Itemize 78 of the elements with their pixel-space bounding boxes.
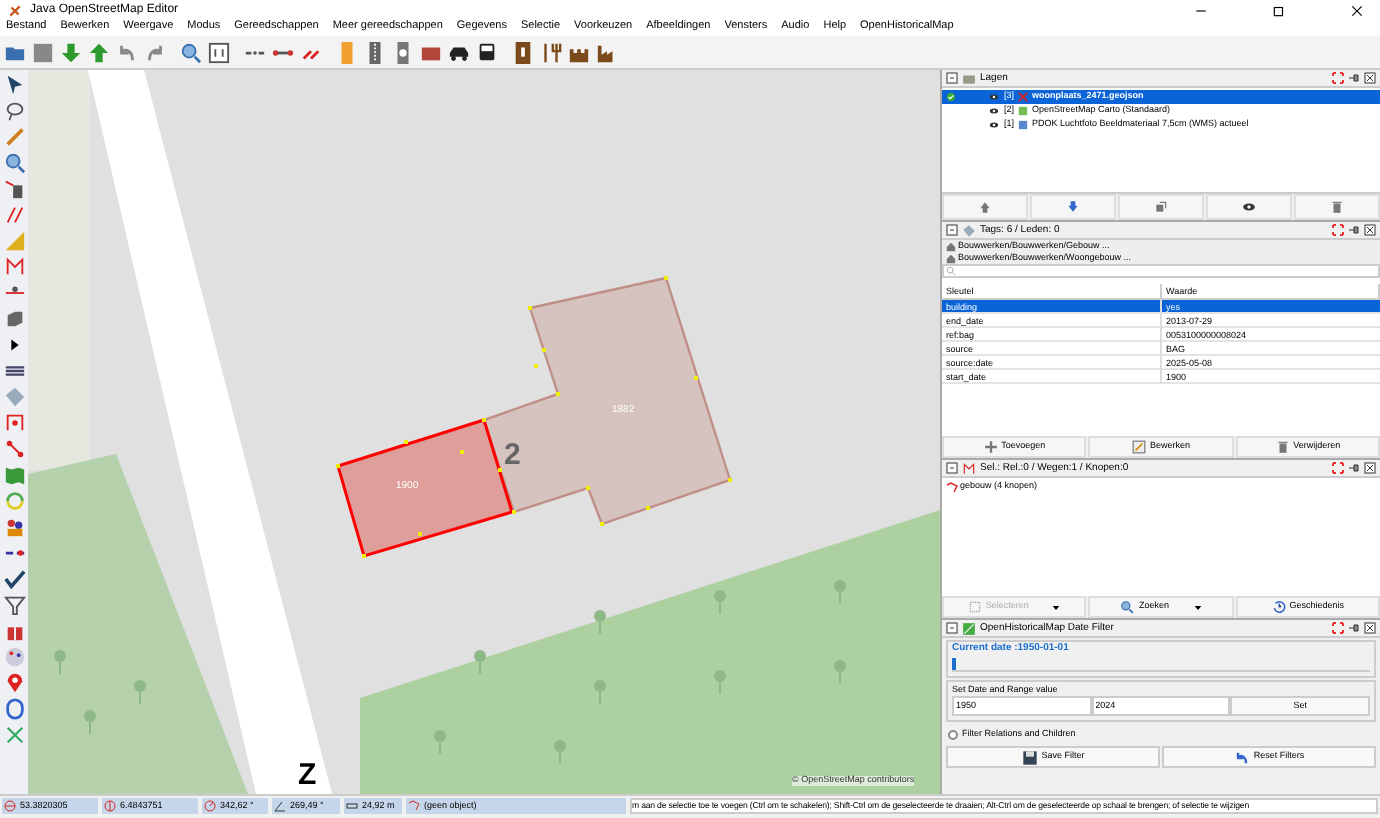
layers-icon [962, 71, 976, 85]
compass-icon [204, 800, 216, 812]
filter-icon[interactable] [3, 594, 25, 616]
detach-icon[interactable] [1332, 622, 1344, 634]
caret-icon [1193, 603, 1201, 611]
caret-icon [1052, 603, 1061, 611]
date-slider[interactable] [952, 656, 1370, 672]
detach-icon[interactable] [1332, 224, 1344, 236]
parallel-way-icon[interactable] [3, 204, 25, 226]
collapse-icon[interactable] [946, 72, 958, 84]
undo-arrow-icon [1233, 749, 1250, 765]
search-icon [946, 266, 956, 276]
paint-palette-icon[interactable] [3, 646, 25, 668]
eye-icon[interactable] [988, 120, 1000, 130]
pencil-icon[interactable] [3, 126, 25, 148]
eye-icon[interactable] [988, 92, 1000, 102]
move-down-icon [1066, 200, 1080, 214]
trash-icon [1330, 200, 1344, 214]
move-up-icon [978, 200, 992, 214]
search-icon [1120, 600, 1135, 614]
detach-icon[interactable] [1332, 462, 1344, 474]
collapse-icon[interactable] [946, 622, 958, 634]
longitude-icon [104, 800, 116, 812]
zoom-icon[interactable] [3, 152, 25, 174]
upload-arrow-icon[interactable] [88, 41, 110, 63]
close-icon[interactable] [1364, 72, 1376, 84]
pin-icon[interactable] [1348, 622, 1360, 634]
eye-icon [1242, 200, 1256, 214]
pencil-icon [1131, 440, 1146, 454]
close-icon[interactable] [1364, 622, 1376, 634]
download-arrow-icon[interactable] [60, 41, 82, 63]
trash-icon [1275, 440, 1290, 454]
angle-icon [274, 800, 286, 812]
door-icon[interactable] [512, 41, 534, 63]
checkmark-icon[interactable] [3, 568, 25, 590]
tile-layer-icon [1018, 106, 1029, 116]
pin-icon[interactable] [1348, 462, 1360, 474]
detach-icon[interactable] [1332, 72, 1344, 84]
ruler-icon [346, 800, 358, 812]
map-icon[interactable] [3, 464, 25, 486]
redo-icon[interactable] [144, 41, 166, 63]
search-field[interactable] [942, 264, 1380, 278]
collapse-icon[interactable] [946, 462, 958, 474]
checkbox[interactable] [948, 729, 958, 739]
select-icon [967, 600, 982, 614]
app-logo-icon [8, 3, 22, 17]
layers-stack-icon[interactable] [3, 360, 25, 382]
wms-layer-icon [1018, 120, 1029, 130]
restore-icon[interactable] [1272, 3, 1286, 17]
map-pin-icon[interactable] [3, 672, 25, 694]
house-number: 2 [504, 440, 521, 470]
lasso-icon[interactable] [3, 100, 25, 122]
close-icon[interactable] [1364, 462, 1376, 474]
street-label: Z [298, 760, 317, 790]
network-nodes-icon[interactable] [3, 438, 25, 460]
object-icon [408, 800, 420, 812]
layer-toolbar-button[interactable] [1118, 194, 1204, 220]
road-icon[interactable] [364, 41, 386, 63]
layer-toolbar-button[interactable] [1206, 194, 1292, 220]
pin-icon[interactable] [1348, 224, 1360, 236]
latitude-icon [4, 800, 16, 812]
undo-icon[interactable] [116, 41, 138, 63]
close-icon[interactable] [1350, 3, 1364, 17]
factory-icon[interactable] [596, 41, 618, 63]
select-arrow-icon[interactable] [3, 74, 25, 96]
layer-toolbar-button[interactable] [1294, 194, 1380, 220]
zoom-icon[interactable] [180, 41, 202, 63]
collapse-icon[interactable] [946, 224, 958, 236]
date-filter-icon [962, 621, 976, 635]
data-layer-icon [1018, 92, 1029, 102]
close-icon[interactable] [1364, 224, 1376, 236]
selection-icon [962, 461, 976, 475]
ring-icon[interactable] [3, 698, 25, 720]
eye-icon[interactable] [988, 106, 1000, 116]
history-icon [1271, 600, 1286, 614]
way-icon [946, 481, 958, 493]
pin-icon[interactable] [1348, 72, 1360, 84]
cutlery-icon[interactable] [540, 41, 562, 63]
